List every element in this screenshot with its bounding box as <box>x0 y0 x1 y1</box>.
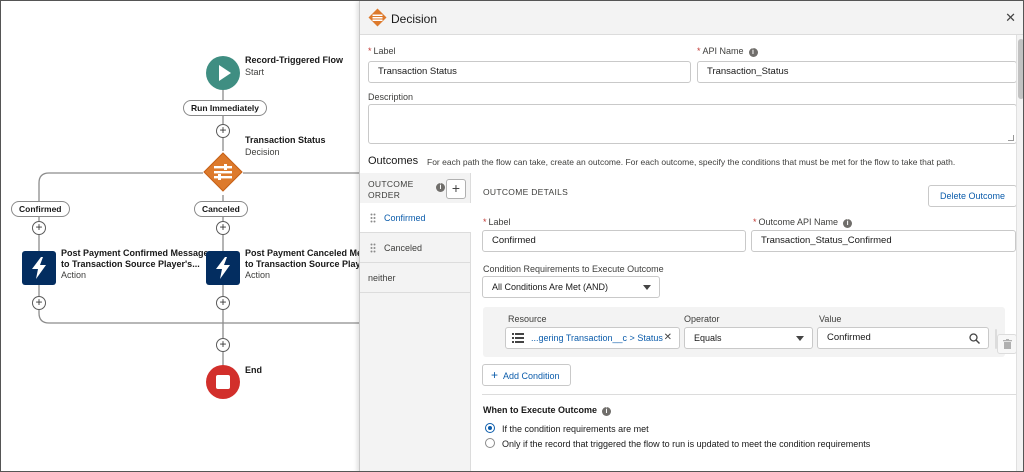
action-node-title-cont: to Transaction Source Player's... <box>61 259 200 269</box>
outcome-label-input[interactable]: Confirmed <box>482 230 746 252</box>
action-node-title: Post Payment Canceled Me <box>245 248 359 258</box>
delete-outcome-button[interactable]: Delete Outcome <box>928 185 1017 207</box>
action-node-type: Action <box>61 270 87 280</box>
chevron-down-icon <box>796 336 804 341</box>
plus-icon: + <box>491 368 499 382</box>
drag-handle-icon[interactable] <box>370 243 376 253</box>
scrollbar-thumb[interactable] <box>1018 39 1023 99</box>
search-icon[interactable] <box>969 333 980 344</box>
value-label: Value <box>819 314 842 324</box>
lightning-icon <box>32 257 46 279</box>
outcome-details-header: OUTCOME DETAILS <box>483 187 569 197</box>
resource-label: Resource <box>508 314 547 324</box>
panel-title: Decision <box>391 12 438 26</box>
api-name-input[interactable]: Transaction_Status <box>697 61 1017 83</box>
condition-requirements-select[interactable]: All Conditions Are Met (AND) <box>482 276 660 298</box>
label-input[interactable]: Transaction Status <box>368 61 691 83</box>
outcome-item-canceled[interactable]: Canceled <box>360 233 471 263</box>
outcomes-help-text: For each path the flow can take, create … <box>427 157 956 167</box>
add-element-button[interactable]: + <box>216 221 230 235</box>
branch-label-confirmed[interactable]: Confirmed <box>11 201 70 217</box>
start-node-icon[interactable] <box>206 56 240 90</box>
info-icon[interactable]: i <box>843 219 853 228</box>
action-node-type: Action <box>245 270 271 280</box>
add-element-button[interactable]: + <box>216 124 230 138</box>
resize-handle-icon[interactable] <box>1008 135 1014 141</box>
run-immediately-label[interactable]: Run Immediately <box>183 100 268 116</box>
condition-requirements-label: Condition Requirements to Execute Outcom… <box>483 264 664 274</box>
info-icon[interactable]: i <box>602 407 612 416</box>
operator-select[interactable]: Equals <box>684 327 813 349</box>
resource-pill[interactable]: ...gering Transaction__c > Status ✕ <box>509 331 676 345</box>
decision-node-icon[interactable] <box>203 152 243 192</box>
remove-icon[interactable]: ✕ <box>664 331 672 345</box>
divider <box>482 394 1017 395</box>
outcomes-title: Outcomes <box>368 155 419 167</box>
operator-label: Operator <box>684 314 720 324</box>
end-node-title: End <box>245 365 262 375</box>
branch-label-canceled[interactable]: Canceled <box>194 201 248 217</box>
when-to-execute-title: When to Execute Outcome i <box>483 405 612 416</box>
decision-node-subtitle: Decision <box>245 147 280 157</box>
screen: Record-Triggered Flow Start Run Immediat… <box>0 0 1024 472</box>
outcome-api-name-field-label: * Outcome API Name i <box>753 217 853 228</box>
description-label: Description <box>368 92 414 102</box>
outcome-api-name-input[interactable]: Transaction_Status_Confirmed <box>751 230 1016 252</box>
lightning-icon <box>216 257 230 279</box>
value-input[interactable]: Confirmed <box>817 327 989 349</box>
outcome-item-confirmed[interactable]: Confirmed <box>360 203 471 233</box>
radio-condition-met[interactable] <box>485 423 495 433</box>
decision-panel: Decision ✕ * Label Transaction Status * AP… <box>359 1 1023 471</box>
description-textarea[interactable] <box>368 104 1017 144</box>
flow-canvas: Record-Triggered Flow Start Run Immediat… <box>1 1 359 471</box>
add-element-button[interactable]: + <box>32 296 46 310</box>
outcome-label-field-label: * Label <box>483 217 511 227</box>
radio-only-if-updated-label[interactable]: Only if the record that triggered the fl… <box>502 439 870 449</box>
scrollbar[interactable] <box>1016 35 1023 471</box>
add-outcome-button[interactable]: + <box>446 179 466 199</box>
connector-lines <box>38 89 359 373</box>
radio-only-if-updated[interactable] <box>485 438 495 448</box>
outcome-item-default[interactable]: neither <box>360 263 471 293</box>
label-field-label: * Label <box>368 46 396 56</box>
api-name-field-label: * API Name i <box>697 46 758 57</box>
start-node-title: Record-Triggered Flow <box>245 55 344 65</box>
decision-icon <box>368 8 387 27</box>
delete-condition-button[interactable] <box>997 334 1017 354</box>
end-node-icon[interactable] <box>206 365 240 399</box>
radio-condition-met-label[interactable]: If the condition requirements are met <box>502 424 649 434</box>
info-icon[interactable]: i <box>436 183 445 192</box>
add-element-button[interactable]: + <box>216 338 230 352</box>
panel-header: Decision ✕ <box>360 1 1023 35</box>
outcome-order-header: OUTCOME ORDER <box>368 179 414 200</box>
resource-field[interactable]: ...gering Transaction__c > Status ✕ <box>505 327 680 349</box>
chevron-down-icon <box>643 285 651 290</box>
action-node-title-cont: to Transaction Source Play <box>245 259 359 269</box>
decision-node-title: Transaction Status <box>245 135 326 145</box>
drag-handle-icon[interactable] <box>370 213 376 223</box>
add-element-button[interactable]: + <box>32 221 46 235</box>
trash-icon <box>1003 339 1012 349</box>
condition-row: Resource ...gering Transaction__c > Stat… <box>483 307 1005 357</box>
add-condition-button[interactable]: + Add Condition <box>482 364 571 386</box>
close-icon[interactable]: ✕ <box>1005 10 1016 26</box>
start-node-subtitle: Start <box>245 67 265 77</box>
list-icon <box>512 333 524 343</box>
action-node-title: Post Payment Confirmed Message <box>61 248 209 258</box>
add-element-button[interactable]: + <box>216 296 230 310</box>
info-icon[interactable]: i <box>748 48 758 57</box>
action-node-icon[interactable] <box>22 251 56 285</box>
outcome-order-list: OUTCOME ORDER i + Confirmed Canceled neit… <box>360 173 471 471</box>
action-node-icon[interactable] <box>206 251 240 285</box>
